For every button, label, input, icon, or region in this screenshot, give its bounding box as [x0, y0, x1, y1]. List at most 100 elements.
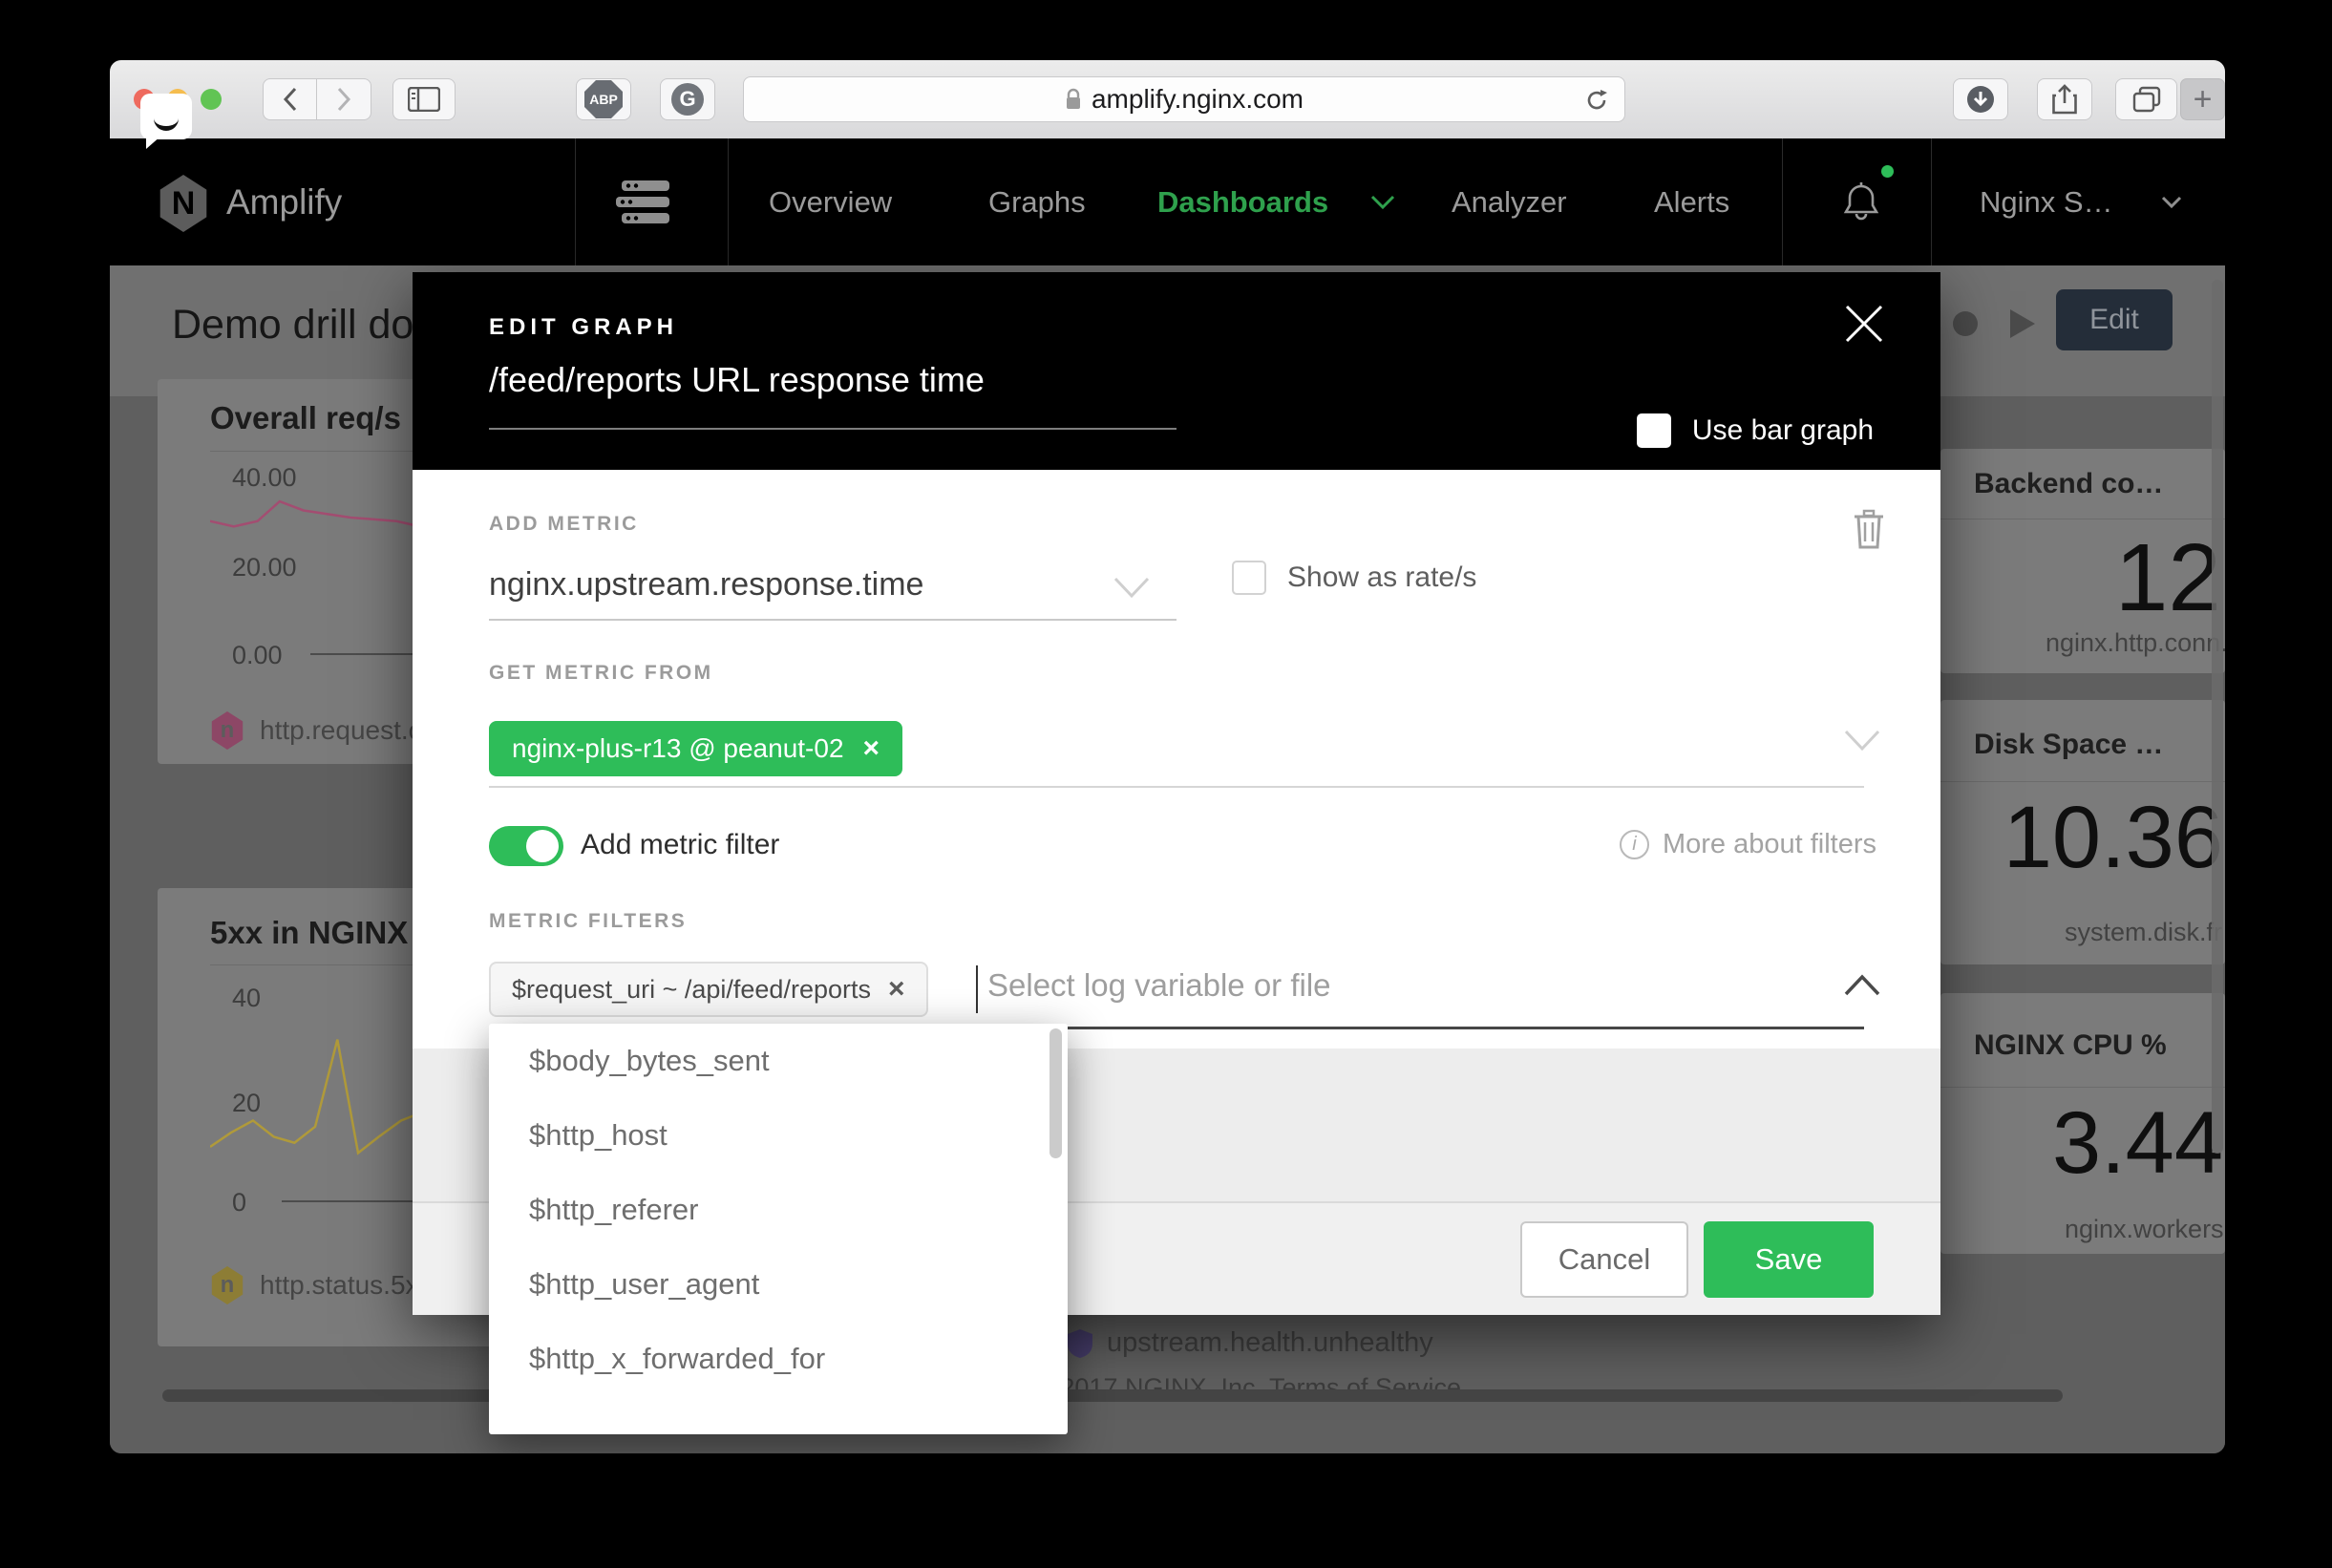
dropdown-item[interactable]: $http_x_forwarded_for [489, 1322, 1068, 1396]
legend-label: http.status.5xx [260, 1270, 433, 1301]
grammarly-extension-button[interactable]: G [660, 78, 715, 120]
use-bar-graph-label: Use bar graph [1692, 414, 1874, 447]
source-chevron-down-icon[interactable] [1843, 729, 1881, 752]
vertical-scrollbar[interactable] [2212, 280, 2223, 1154]
systems-button[interactable] [616, 180, 675, 229]
divider [1940, 1087, 2225, 1088]
input-underline [489, 786, 1864, 788]
download-icon [1965, 84, 1996, 115]
card-value: 3.44 [2052, 1093, 2223, 1194]
brand-name[interactable]: Amplify [226, 138, 342, 265]
card-value: 12 [2115, 523, 2221, 633]
nav-item-overview[interactable]: Overview [769, 138, 892, 265]
info-icon: i [1620, 830, 1649, 859]
cancel-button[interactable]: Cancel [1520, 1221, 1688, 1298]
account-menu[interactable]: Nginx S… [1980, 138, 2113, 265]
dropdown-item[interactable]: $http_referer [489, 1173, 1068, 1247]
card-value: 10.36 [2003, 788, 2223, 888]
nginx-logo-icon[interactable]: N [158, 175, 209, 232]
nav-item-graphs[interactable]: Graphs [988, 138, 1086, 265]
remove-source-icon[interactable]: × [863, 734, 880, 763]
nav-item-analyzer[interactable]: Analyzer [1452, 138, 1567, 265]
desktop: ABP G amplify.nginx.com [0, 0, 2332, 1568]
modal-title: EDIT GRAPH [489, 314, 678, 341]
dropdown-scrollbar[interactable] [1049, 1028, 1062, 1158]
log-variable-dropdown: $body_bytes_sent $http_host $http_refere… [489, 1024, 1068, 1434]
nginx-metric-icon: n [210, 1266, 244, 1304]
nginx-metric-icon: n [210, 711, 244, 750]
metric-filters-label: METRIC FILTERS [489, 910, 687, 933]
card-caption: nginx.workers.cpu [2065, 1215, 2225, 1244]
amplify-navbar: N Amplify Overview Graphs Dashboards [110, 138, 2225, 265]
use-bar-graph-checkbox[interactable] [1637, 413, 1671, 448]
bell-icon [1840, 180, 1882, 226]
dropdown-item[interactable]: $http_user_agent [489, 1247, 1068, 1322]
text-cursor [976, 965, 978, 1013]
card-title: Backend co… [1974, 468, 2163, 500]
card-title: Disk Space … [1974, 729, 2163, 761]
nav-divider [1782, 138, 1783, 265]
toggle-knob [526, 830, 559, 862]
filter-input-placeholder[interactable]: Select log variable or file [987, 967, 1331, 1004]
input-underline [489, 619, 1177, 621]
more-about-filters-link[interactable]: i More about filters [1620, 829, 1876, 860]
horizontal-scrollbar[interactable] [162, 1389, 2063, 1402]
new-tab-button[interactable]: + [2180, 78, 2225, 120]
add-metric-label: ADD METRIC [489, 513, 639, 536]
save-button[interactable]: Save [1704, 1221, 1874, 1298]
add-metric-filter-toggle[interactable] [489, 826, 563, 866]
share-icon [2052, 84, 2077, 115]
zoom-window-button[interactable] [201, 89, 222, 110]
nav-item-dashboards[interactable]: Dashboards [1157, 138, 1328, 265]
downloads-button[interactable] [1953, 78, 2008, 120]
account-chevron-down-icon[interactable] [2161, 196, 2182, 209]
show-as-rate-label: Show as rate/s [1287, 562, 1476, 594]
modal-header: EDIT GRAPH /feed/reports URL response ti… [413, 272, 1940, 470]
forward-button[interactable] [317, 78, 371, 120]
tabs-icon [2132, 86, 2161, 113]
show-as-rate-checkbox[interactable] [1232, 561, 1266, 595]
get-metric-from-label: GET METRIC FROM [489, 662, 713, 685]
metric-chevron-down-icon[interactable] [1113, 576, 1151, 599]
back-button[interactable] [263, 78, 317, 120]
g-extension-icon: G [671, 83, 704, 116]
nav-divider [728, 138, 729, 265]
dropdown-item[interactable]: $http_host [489, 1098, 1068, 1173]
play-icon[interactable] [2010, 309, 2035, 338]
nav-item-alerts[interactable]: Alerts [1654, 138, 1729, 265]
dropdown-item[interactable]: $body_bytes_sent [489, 1024, 1068, 1098]
remove-filter-icon[interactable]: × [888, 975, 905, 1004]
chat-smile [154, 111, 179, 131]
forward-chevron-icon [336, 87, 351, 112]
graph-name-input[interactable]: /feed/reports URL response time [489, 360, 985, 400]
share-button[interactable] [2037, 78, 2092, 120]
nav-divider [1931, 138, 1932, 265]
input-underline [489, 428, 1177, 430]
sidebar-icon [408, 87, 440, 112]
close-icon[interactable] [1843, 303, 1885, 345]
dashboard-edit-button[interactable]: Edit [2056, 289, 2173, 350]
browser-window: ABP G amplify.nginx.com [110, 60, 2225, 1453]
address-bar[interactable]: amplify.nginx.com [743, 76, 1625, 122]
trash-icon[interactable] [1853, 509, 1885, 549]
chat-bubble-icon [140, 94, 192, 139]
server-list-icon [616, 180, 675, 224]
add-metric-filter-label: Add metric filter [581, 829, 779, 861]
legend-upstream-health: upstream.health.unhealthy [1067, 1327, 1433, 1359]
back-chevron-icon [283, 87, 298, 112]
lock-icon [1065, 88, 1082, 111]
sidebar-card-disk: Disk Space … 10.36 system.disk.fr [1940, 700, 2225, 964]
tab-overview-button[interactable] [2115, 78, 2177, 120]
notifications-button[interactable] [1840, 180, 1882, 231]
shield-icon [1067, 1328, 1093, 1359]
dashboards-chevron-down-icon[interactable] [1370, 195, 1395, 210]
chart-title: Overall req/s [210, 400, 401, 436]
adblock-extension-button[interactable]: ABP [576, 78, 631, 120]
record-icon[interactable] [1953, 311, 1978, 336]
divider [1940, 781, 2225, 782]
sidebar-toggle-button[interactable] [392, 78, 456, 120]
metric-select-value[interactable]: nginx.upstream.response.time [489, 566, 923, 604]
filter-chevron-up-icon[interactable] [1843, 974, 1881, 997]
sidebar-card-cpu: NGINX CPU % 3.44 nginx.workers.cpu [1940, 993, 2225, 1254]
reload-icon[interactable] [1584, 88, 1609, 113]
